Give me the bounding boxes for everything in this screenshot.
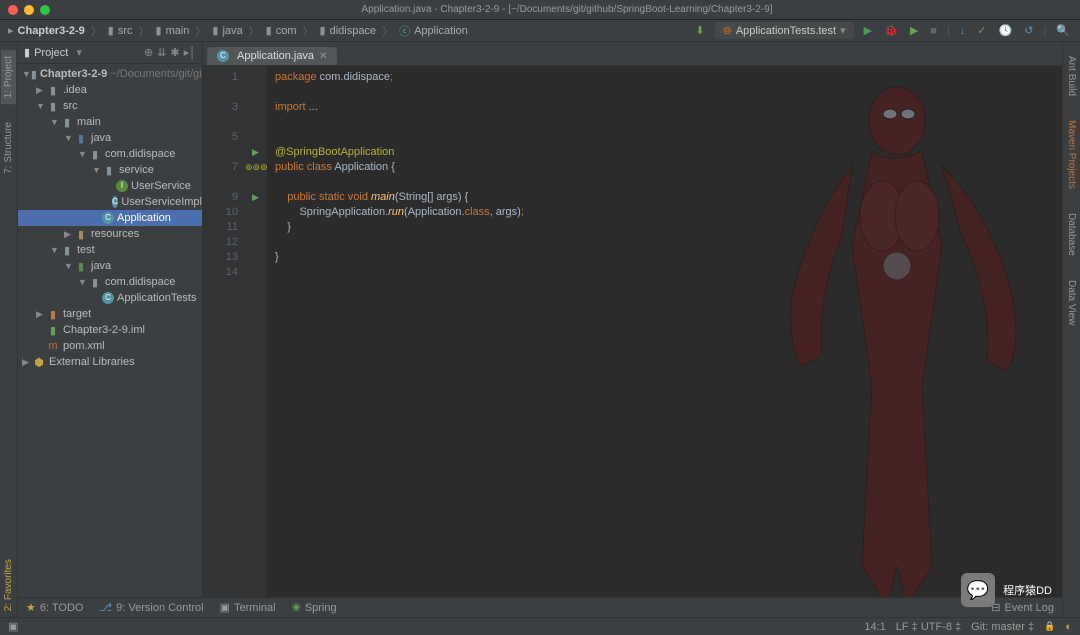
- tool-tab-database[interactable]: Database: [1064, 207, 1079, 262]
- stop-icon[interactable]: ■: [928, 23, 939, 39]
- tree-item[interactable]: ▼▮com.didispace: [18, 274, 202, 290]
- tool-tab-favorites[interactable]: 2: Favorites: [1, 553, 16, 617]
- project-panel: ▮Project▾ ⊕ ⇊ ✱ ▸│ ▼▮Chapter3-2-9 ~/Docu…: [18, 42, 203, 617]
- project-tree[interactable]: ▼▮Chapter3-2-9 ~/Documents/git/githu ▶▮.…: [18, 64, 202, 617]
- vcs-commit-icon[interactable]: ✓: [975, 22, 988, 39]
- nav-bar: ▸ Chapter3-2-9 〉▮src 〉▮main 〉▮java 〉▮com…: [0, 20, 1080, 42]
- tool-tab-vcs[interactable]: ⎇9: Version Control: [99, 601, 203, 614]
- debug-icon[interactable]: 🐞: [882, 22, 900, 39]
- tree-item[interactable]: ▼▮test: [18, 242, 202, 258]
- breadcrumb[interactable]: ▸ Chapter3-2-9 〉▮src 〉▮main 〉▮java 〉▮com…: [8, 23, 468, 39]
- watermark: 💬 程序猿DD: [961, 573, 1052, 607]
- window-title: Application.java - Chapter3-2-9 - [~/Doc…: [62, 4, 1072, 15]
- tree-item[interactable]: ▼▮java: [18, 130, 202, 146]
- lock-icon[interactable]: 🔒: [1044, 621, 1055, 632]
- marker-gutter[interactable]: ▶⊚⊚⊚▶: [245, 66, 267, 617]
- tree-item[interactable]: ▶⬢External Libraries: [18, 354, 202, 370]
- tool-tab-ant[interactable]: Ant Build: [1064, 50, 1079, 102]
- tree-item[interactable]: ▼▮main: [18, 114, 202, 130]
- tree-item[interactable]: ▼▮com.didispace: [18, 146, 202, 162]
- tool-tab-maven[interactable]: Maven Projects: [1064, 114, 1079, 195]
- tool-tab-spring[interactable]: ❀Spring: [292, 601, 337, 614]
- tool-tab-project[interactable]: 1: Project: [1, 50, 16, 104]
- close-icon[interactable]: ✕: [319, 51, 327, 62]
- status-msg: ▣: [8, 620, 18, 633]
- class-icon: C: [217, 50, 229, 62]
- gear-icon[interactable]: ✱: [170, 46, 179, 59]
- tool-tab-structure[interactable]: 7: Structure: [1, 116, 16, 180]
- editor-tab[interactable]: C Application.java ✕: [207, 47, 337, 65]
- tool-tab-terminal[interactable]: ▣Terminal: [220, 601, 276, 614]
- window-controls: [8, 5, 50, 15]
- code-editor[interactable]: 135791011121314 ▶⊚⊚⊚▶ package package co…: [203, 66, 1062, 617]
- maximize-icon[interactable]: [40, 5, 50, 15]
- tree-item[interactable]: mpom.xml: [18, 338, 202, 354]
- close-icon[interactable]: [8, 5, 18, 15]
- window-titlebar: Application.java - Chapter3-2-9 - [~/Doc…: [0, 0, 1080, 20]
- status-bar: ▣ 14:1 LF ‡ UTF-8 ‡ Git: master ‡ 🔒 ◐: [0, 617, 1080, 635]
- tool-tab-dataview[interactable]: Data View: [1064, 274, 1079, 331]
- editor-tabs: C Application.java ✕: [203, 42, 1062, 66]
- coverage-icon[interactable]: ▶: [908, 22, 920, 39]
- folder-icon: ▸: [8, 24, 14, 37]
- search-icon[interactable]: 🔍: [1054, 22, 1072, 39]
- run-icon[interactable]: ▶: [862, 22, 874, 39]
- tree-item-application[interactable]: CApplication: [18, 210, 202, 226]
- inspector-icon[interactable]: ◐: [1065, 621, 1072, 633]
- tree-item[interactable]: ▼▮src: [18, 98, 202, 114]
- tree-item[interactable]: ▮Chapter3-2-9.iml: [18, 322, 202, 338]
- minimize-icon[interactable]: [24, 5, 34, 15]
- tree-item[interactable]: ▶▮target: [18, 306, 202, 322]
- left-tool-strip: 1: Project 7: Structure 2: Favorites: [0, 42, 18, 617]
- tree-item[interactable]: ▼▮service: [18, 162, 202, 178]
- editor-area: C Application.java ✕ 135791011121314 ▶⊚⊚…: [203, 42, 1062, 617]
- hide-icon[interactable]: ▸│: [184, 46, 196, 59]
- crumb-root[interactable]: Chapter3-2-9: [18, 25, 85, 37]
- wechat-icon: 💬: [961, 573, 995, 607]
- tree-item[interactable]: CApplicationTests: [18, 290, 202, 306]
- tool-tab-todo[interactable]: ★6: TODO: [26, 601, 83, 614]
- tree-item[interactable]: ▼▮java: [18, 258, 202, 274]
- tree-item[interactable]: ▶▮resources: [18, 226, 202, 242]
- code-content[interactable]: package package com.didispace;com.didisp…: [267, 66, 1062, 617]
- vcs-history-icon[interactable]: 🕓: [997, 22, 1015, 39]
- tree-item[interactable]: ▶▮.idea: [18, 82, 202, 98]
- project-panel-icon: ▮: [24, 46, 30, 59]
- project-panel-title: Project: [34, 47, 68, 59]
- autoscroll-icon[interactable]: ⊕: [144, 46, 153, 59]
- tree-item[interactable]: IUserService: [18, 178, 202, 194]
- line-gutter: 135791011121314: [203, 66, 245, 617]
- build-icon[interactable]: ⬇: [693, 22, 706, 39]
- collapse-icon[interactable]: ⇊: [157, 46, 166, 59]
- vcs-revert-icon[interactable]: ↺: [1022, 22, 1035, 39]
- right-tool-strip: Ant Build Maven Projects Database Data V…: [1062, 42, 1080, 617]
- encoding[interactable]: LF ‡ UTF-8 ‡: [896, 621, 961, 633]
- git-branch[interactable]: Git: master ‡: [971, 621, 1034, 633]
- tree-item[interactable]: CUserServiceImpl: [18, 194, 202, 210]
- tree-root[interactable]: ▼▮Chapter3-2-9 ~/Documents/git/githu: [18, 66, 202, 82]
- bottom-tool-tabs: ★6: TODO ⎇9: Version Control ▣Terminal ❀…: [18, 597, 1062, 617]
- vcs-update-icon[interactable]: ↓: [958, 23, 968, 39]
- cursor-pos[interactable]: 14:1: [864, 621, 885, 633]
- run-config-select[interactable]: ⊚ ApplicationTests.test ▾: [715, 22, 854, 39]
